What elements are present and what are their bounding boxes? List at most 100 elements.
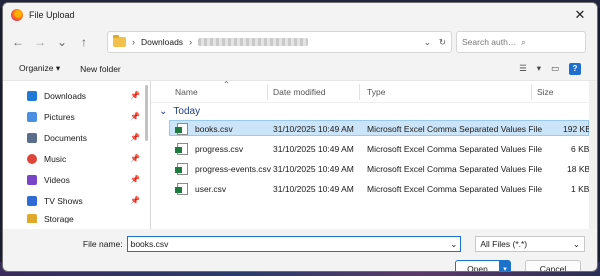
address-row: ← → ⌄ ↑ › Downloads › ⌄ ↻ Search auth0_6… <box>3 27 597 57</box>
cancel-button[interactable]: Cancel <box>525 260 581 271</box>
dialog-body: Downloads 📌 Pictures 📌 Documents 📌 Music… <box>3 80 597 229</box>
music-icon <box>27 153 37 164</box>
column-header-type[interactable]: Type <box>367 87 385 97</box>
group-header-today[interactable]: ⌄ Today <box>151 103 597 119</box>
file-size: 18 KB <box>567 164 591 174</box>
sidebar-item-label: Music <box>44 153 67 164</box>
title-bar: File Upload ✕ <box>3 3 597 27</box>
pin-icon: 📌 <box>130 175 140 184</box>
chevron-down-icon: ⌄ <box>159 105 168 117</box>
sidebar-item-documents[interactable]: Documents 📌 <box>3 127 150 148</box>
file-name: books.csv <box>195 124 233 134</box>
file-name-label: File name: <box>82 239 123 249</box>
sort-chevron-icon: ⌃ <box>223 80 230 89</box>
dialog-title: File Upload <box>29 10 75 20</box>
table-row[interactable]: progress-events.csv 31/10/2025 10:49 AM … <box>151 159 597 179</box>
forward-button[interactable]: → <box>31 33 49 51</box>
column-header-date[interactable]: Date modified <box>273 87 325 97</box>
sidebar-item-music[interactable]: Music 📌 <box>3 148 150 169</box>
address-bar[interactable]: › Downloads › ⌄ ↻ <box>107 31 452 53</box>
csv-file-icon <box>175 123 188 135</box>
preview-pane-icon[interactable]: ▭ <box>551 63 559 74</box>
dialog-footer: File name: books.csv ⌄ All Files (*.*) ⌄… <box>3 233 597 271</box>
help-icon[interactable]: ? <box>569 62 581 75</box>
command-toolbar: Organize ▾ New folder ☰ ▾ ▭ ? <box>3 57 597 81</box>
file-size: 192 KB <box>563 124 591 134</box>
file-upload-dialog: File Upload ✕ ← → ⌄ ↑ › Downloads › ⌄ ↻ … <box>2 2 598 272</box>
open-split-chevron-icon[interactable]: ▾ <box>499 261 510 271</box>
file-type: Microsoft Excel Comma Separated Values F… <box>367 124 543 134</box>
column-divider[interactable] <box>359 84 360 100</box>
file-size: 1 KB <box>571 184 590 194</box>
search-box[interactable]: Search auth0_6790512b4fc5... ⌕ <box>456 31 586 53</box>
file-type: Microsoft Excel Comma Separated Values F… <box>367 164 543 174</box>
search-input[interactable]: Search auth0_6790512b4fc5... <box>462 37 521 47</box>
videos-icon <box>27 174 37 185</box>
column-header-name[interactable]: Name <box>175 87 198 97</box>
pin-icon: 📌 <box>130 154 140 163</box>
file-type: Microsoft Excel Comma Separated Values F… <box>367 144 543 154</box>
chevron-right-icon: › <box>132 37 135 47</box>
column-header-row: Name ⌃ Date modified Type Size <box>151 80 597 103</box>
view-options-icon[interactable]: ☰ <box>519 63 527 74</box>
pin-icon: 📌 <box>130 91 140 100</box>
pin-icon: 📌 <box>130 133 140 142</box>
csv-file-icon <box>175 183 188 195</box>
pin-icon: 📌 <box>130 112 140 121</box>
table-row[interactable]: progress.csv 31/10/2025 10:49 AM Microso… <box>151 139 597 159</box>
file-name: progress-events.csv <box>195 164 272 174</box>
navigation-pane: Downloads 📌 Pictures 📌 Documents 📌 Music… <box>3 81 151 229</box>
view-chevron-down-icon[interactable]: ▾ <box>537 63 541 74</box>
table-row[interactable]: books.csv 31/10/2025 10:49 AM Microsoft … <box>151 119 597 139</box>
chevron-down-icon[interactable]: ⌄ <box>424 37 431 48</box>
sidebar-item-label: Storage <box>44 214 74 223</box>
column-divider[interactable] <box>267 84 268 100</box>
pictures-icon <box>27 111 37 122</box>
file-list: Name ⌃ Date modified Type Size ⌄ Today b… <box>151 80 597 229</box>
open-button[interactable]: Open ▾ <box>455 260 511 271</box>
search-icon: ⌕ <box>521 36 526 47</box>
firefox-icon <box>11 9 23 21</box>
file-name-value[interactable]: books.csv <box>131 239 169 249</box>
new-folder-button[interactable]: New folder <box>80 64 121 74</box>
refresh-icon[interactable]: ↻ <box>439 37 446 48</box>
file-size: 6 KB <box>571 144 590 154</box>
file-date: 31/10/2025 10:49 AM <box>273 144 354 154</box>
tv-shows-icon <box>27 195 37 206</box>
column-header-size[interactable]: Size <box>537 87 554 97</box>
sidebar-item-videos[interactable]: Videos 📌 <box>3 169 150 190</box>
recent-locations-button[interactable]: ⌄ <box>53 33 71 51</box>
download-icon <box>27 90 37 101</box>
sidebar-item-pictures[interactable]: Pictures 📌 <box>3 106 150 127</box>
sidebar-item-storage[interactable]: Storage <box>3 211 150 223</box>
file-type-filter[interactable]: All Files (*.*) ⌄ <box>475 236 585 252</box>
sidebar-item-label: Documents <box>44 132 87 143</box>
file-type: Microsoft Excel Comma Separated Values F… <box>367 184 543 194</box>
back-button[interactable]: ← <box>9 33 27 51</box>
sidebar-scrollbar[interactable] <box>145 85 148 141</box>
storage-icon <box>27 214 37 223</box>
file-list-scrollbar[interactable] <box>589 81 597 229</box>
sidebar-item-label: Videos <box>44 174 70 185</box>
file-date: 31/10/2025 10:49 AM <box>273 164 354 174</box>
chevron-down-icon[interactable]: ⌄ <box>450 239 457 250</box>
file-name-row: File name: books.csv ⌄ All Files (*.*) ⌄ <box>15 233 585 255</box>
file-date: 31/10/2025 10:49 AM <box>273 184 354 194</box>
sidebar-item-downloads[interactable]: Downloads 📌 <box>3 85 150 106</box>
redacted-path-segment <box>198 38 309 46</box>
sidebar-item-label: Downloads <box>44 90 87 101</box>
sidebar-item-label: Pictures <box>44 111 75 122</box>
up-button[interactable]: ↑ <box>75 33 93 51</box>
file-name-input[interactable]: books.csv ⌄ <box>126 236 462 252</box>
pin-icon: 📌 <box>130 196 140 205</box>
organize-menu[interactable]: Organize ▾ <box>19 63 60 74</box>
file-name: progress.csv <box>195 144 244 154</box>
path-segment-downloads[interactable]: Downloads <box>141 37 183 47</box>
table-row[interactable]: user.csv 31/10/2025 10:49 AM Microsoft E… <box>151 179 597 199</box>
column-divider[interactable] <box>531 84 532 100</box>
sidebar-item-tv-shows[interactable]: TV Shows 📌 <box>3 190 150 211</box>
file-date: 31/10/2025 10:49 AM <box>273 124 354 134</box>
chevron-right-icon: › <box>189 37 193 47</box>
sidebar-item-label: TV Shows <box>44 195 83 206</box>
close-button[interactable]: ✕ <box>563 3 597 27</box>
